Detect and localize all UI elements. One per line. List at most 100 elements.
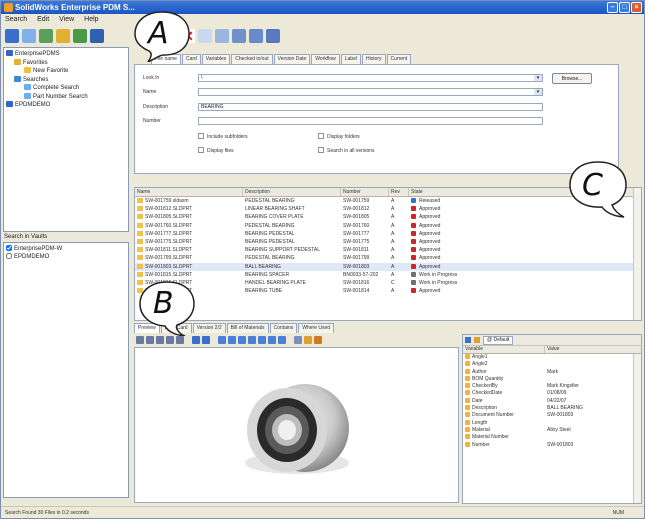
minimize-button[interactable]: – <box>607 2 618 13</box>
tree-item[interactable]: EPDMDEMO <box>6 101 126 110</box>
display-folders-checkbox[interactable]: Display folders <box>318 133 360 140</box>
tab-workflow[interactable]: Workflow <box>311 54 340 64</box>
tab-current[interactable]: Current <box>386 54 412 64</box>
view-orientation-icon[interactable] <box>248 336 256 344</box>
property-value[interactable]: SW-001803 <box>545 442 631 449</box>
tree-item[interactable]: New Favorite <box>6 67 126 76</box>
properties-scrollbar[interactable] <box>633 354 641 503</box>
property-row[interactable]: Material Number <box>463 434 641 441</box>
tree-item[interactable]: EnterprisePDMS <box>6 50 126 59</box>
tree-item[interactable]: Favorites <box>6 58 126 68</box>
view-icon[interactable] <box>192 336 200 344</box>
forward-icon[interactable] <box>39 29 53 43</box>
property-value[interactable]: Mark Kingsfier <box>545 383 631 390</box>
zoom-fit-icon[interactable] <box>156 336 164 344</box>
back-icon[interactable] <box>22 29 36 43</box>
table-row[interactable]: SW-001760.SLDPRT PEDESTAL BEARING SW-00176… <box>135 222 641 230</box>
list-item[interactable]: EnterprisePDM-W <box>6 245 126 253</box>
property-value[interactable]: BALL BEARING <box>545 405 631 412</box>
table-row[interactable]: SW-001803.SLDPRT BALL BEARING SW-001803 A Ap… <box>135 262 641 271</box>
view-orientation-icon[interactable] <box>258 336 266 344</box>
property-row[interactable]: BOM Quantity <box>463 375 641 383</box>
results-scrollbar[interactable] <box>633 188 641 320</box>
tab-configuration[interactable]: @ Default <box>483 335 514 345</box>
description-field[interactable]: BEARING <box>198 103 543 111</box>
list-item[interactable]: EPDMDEMO <box>6 253 126 261</box>
column-header[interactable]: Number <box>341 188 389 196</box>
property-value[interactable] <box>545 376 631 383</box>
column-header[interactable]: Variable <box>463 346 545 353</box>
table-row[interactable]: SW-001814.SLDPRTBEARING TUBESW-001814AAp… <box>135 287 641 295</box>
menu-search[interactable]: Search <box>5 16 27 23</box>
table-row[interactable]: SW-001811.SLDPRT BEARING SUPPORT PEDESTAL… <box>135 246 641 254</box>
view-orientation-icon[interactable] <box>218 336 226 344</box>
save-icon[interactable] <box>90 29 104 43</box>
open-icon[interactable] <box>198 29 212 43</box>
property-row[interactable]: CheckedBy Mark Kingsfier <box>463 383 641 390</box>
lookin-field[interactable]: \ ▾ <box>198 74 543 82</box>
display-mode-icon[interactable] <box>294 336 302 344</box>
property-row[interactable]: Number SW-001803 <box>463 441 641 449</box>
tree-item[interactable]: Searches <box>6 75 126 85</box>
rotate-icon[interactable] <box>166 336 174 344</box>
browse-button[interactable]: Browse... <box>552 73 592 84</box>
table-row[interactable]: SW-001799.SLDPRT PEDESTAL BEARING SW-00179… <box>135 254 641 262</box>
tree-item[interactable]: Part Number Search <box>6 92 126 102</box>
favorite-icon[interactable] <box>56 29 70 43</box>
property-row[interactable]: Material Alloy Steel <box>463 426 641 434</box>
property-value[interactable]: Alloy Steel <box>545 427 631 434</box>
view-orientation-icon[interactable] <box>278 336 286 344</box>
property-row[interactable]: Author Mark <box>463 368 641 376</box>
display-files-checkbox[interactable]: Display files <box>198 147 234 154</box>
zoom-out-icon[interactable] <box>146 336 154 344</box>
table-row[interactable]: SW-001816.SLDPRTHANDEL BEARING PLATESW-0… <box>135 279 641 287</box>
print-icon[interactable] <box>232 29 246 43</box>
property-row[interactable]: Length <box>463 419 641 427</box>
property-value[interactable]: 01/08/09 <box>545 390 631 397</box>
configuration-icon[interactable] <box>474 337 480 343</box>
tab-contains[interactable]: Contains <box>269 323 298 333</box>
grid-icon[interactable] <box>73 29 87 43</box>
properties-icon[interactable] <box>465 337 471 343</box>
column-header[interactable]: Value <box>545 346 631 353</box>
include-subfolders-checkbox[interactable]: Include subfolders <box>198 133 248 140</box>
table-row[interactable]: SW-001815.SLDPRT BEARING SPACER BN0033-57-… <box>135 271 641 279</box>
maximize-button[interactable]: □ <box>619 2 630 13</box>
zoom-in-icon[interactable] <box>136 336 144 344</box>
property-value[interactable]: SW-001803 <box>545 412 631 419</box>
property-value[interactable]: 04/22/07 <box>545 398 631 405</box>
menu-help[interactable]: Help <box>84 16 98 23</box>
column-header[interactable]: Description <box>243 188 341 196</box>
property-value[interactable] <box>545 354 631 361</box>
tab-bill-of-materials[interactable]: Bill of Materials <box>226 323 269 333</box>
property-row[interactable]: Angle2 <box>463 361 641 368</box>
tree-item[interactable]: Complete Search <box>6 84 126 93</box>
view-orientation-icon[interactable] <box>268 336 276 344</box>
folder-icon[interactable] <box>215 29 229 43</box>
property-value[interactable]: Mark <box>545 369 631 376</box>
tab-label[interactable]: Label <box>340 54 361 64</box>
table-row[interactable]: SW-001775.SLDPRT BEARING PEDESTAL SW-00177… <box>135 238 641 246</box>
property-value[interactable] <box>545 420 631 427</box>
close-button[interactable]: × <box>631 2 642 13</box>
tab-where-used[interactable]: Where Used <box>298 323 335 333</box>
view-orientation-icon[interactable] <box>238 336 246 344</box>
property-row[interactable]: Angle1 <box>463 354 641 361</box>
chevron-down-icon[interactable]: ▾ <box>534 89 542 95</box>
chevron-down-icon[interactable]: ▾ <box>534 75 542 81</box>
tab-version-date[interactable]: Version Date <box>273 54 311 64</box>
menu-view[interactable]: View <box>59 16 74 23</box>
menu-edit[interactable]: Edit <box>37 16 49 23</box>
view-orientation-icon[interactable] <box>228 336 236 344</box>
tab-version[interactable]: Version 2/2 <box>192 323 226 333</box>
tab-variables[interactable]: Variables <box>201 54 231 64</box>
view-icon[interactable] <box>202 336 210 344</box>
search-all-versions-checkbox[interactable]: Search in all versions <box>318 147 375 154</box>
name-field[interactable]: ▾ <box>198 88 543 96</box>
property-value[interactable] <box>545 361 631 368</box>
color-icon[interactable] <box>314 336 322 344</box>
column-header[interactable]: Name <box>135 188 243 196</box>
pan-icon[interactable] <box>176 336 184 344</box>
lighting-icon[interactable] <box>304 336 312 344</box>
number-field[interactable] <box>198 117 543 125</box>
